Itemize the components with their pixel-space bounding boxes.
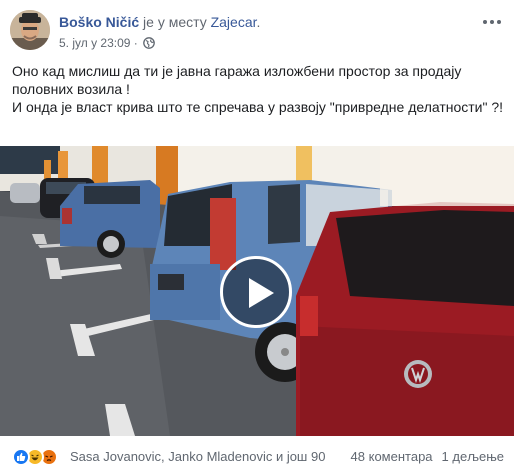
play-icon <box>249 278 274 308</box>
post-text-line-1: Оно кад мислиш да ти је јавна гаража изл… <box>12 63 462 97</box>
post-text-line-2: И онда је власт крива што те спречава у … <box>12 99 504 115</box>
reaction-icons[interactable] <box>12 448 58 466</box>
video-player[interactable] <box>0 146 514 436</box>
comments-count-link[interactable]: 48 коментара <box>351 449 433 464</box>
like-icon <box>12 448 30 466</box>
location-suffix: . <box>256 14 261 30</box>
more-options-icon[interactable] <box>480 14 504 30</box>
shares-count-link[interactable]: 1 дељење <box>442 449 504 464</box>
post-meta: 5. јул у 23:09 · <box>59 35 155 51</box>
location-link[interactable]: Zajecar <box>211 14 257 30</box>
reaction-names-link[interactable]: Sasa Jovanovic, Janko Mladenovic и још 9… <box>70 449 325 464</box>
globe-icon[interactable] <box>142 37 155 49</box>
facebook-post: Boško Ničić је у месту Zajecar. 5. јул у… <box>0 0 514 476</box>
play-button[interactable] <box>220 256 292 328</box>
author-avatar[interactable] <box>10 10 50 50</box>
author-line: Boško Ničić је у месту Zajecar. <box>59 13 260 31</box>
post-footer: Sasa Jovanovic, Janko Mladenovic и још 9… <box>12 446 504 468</box>
post-header: Boško Ničić је у месту Zajecar. 5. јул у… <box>10 10 504 54</box>
author-name-link[interactable]: Boško Ničić <box>59 14 139 30</box>
post-timestamp[interactable]: 5. јул у 23:09 · <box>59 35 138 51</box>
post-text: Оно кад мислиш да ти је јавна гаража изл… <box>12 62 506 116</box>
location-prefix: је у месту <box>143 14 207 30</box>
engagement-counts: 48 коментара 1 дељење <box>351 449 504 464</box>
